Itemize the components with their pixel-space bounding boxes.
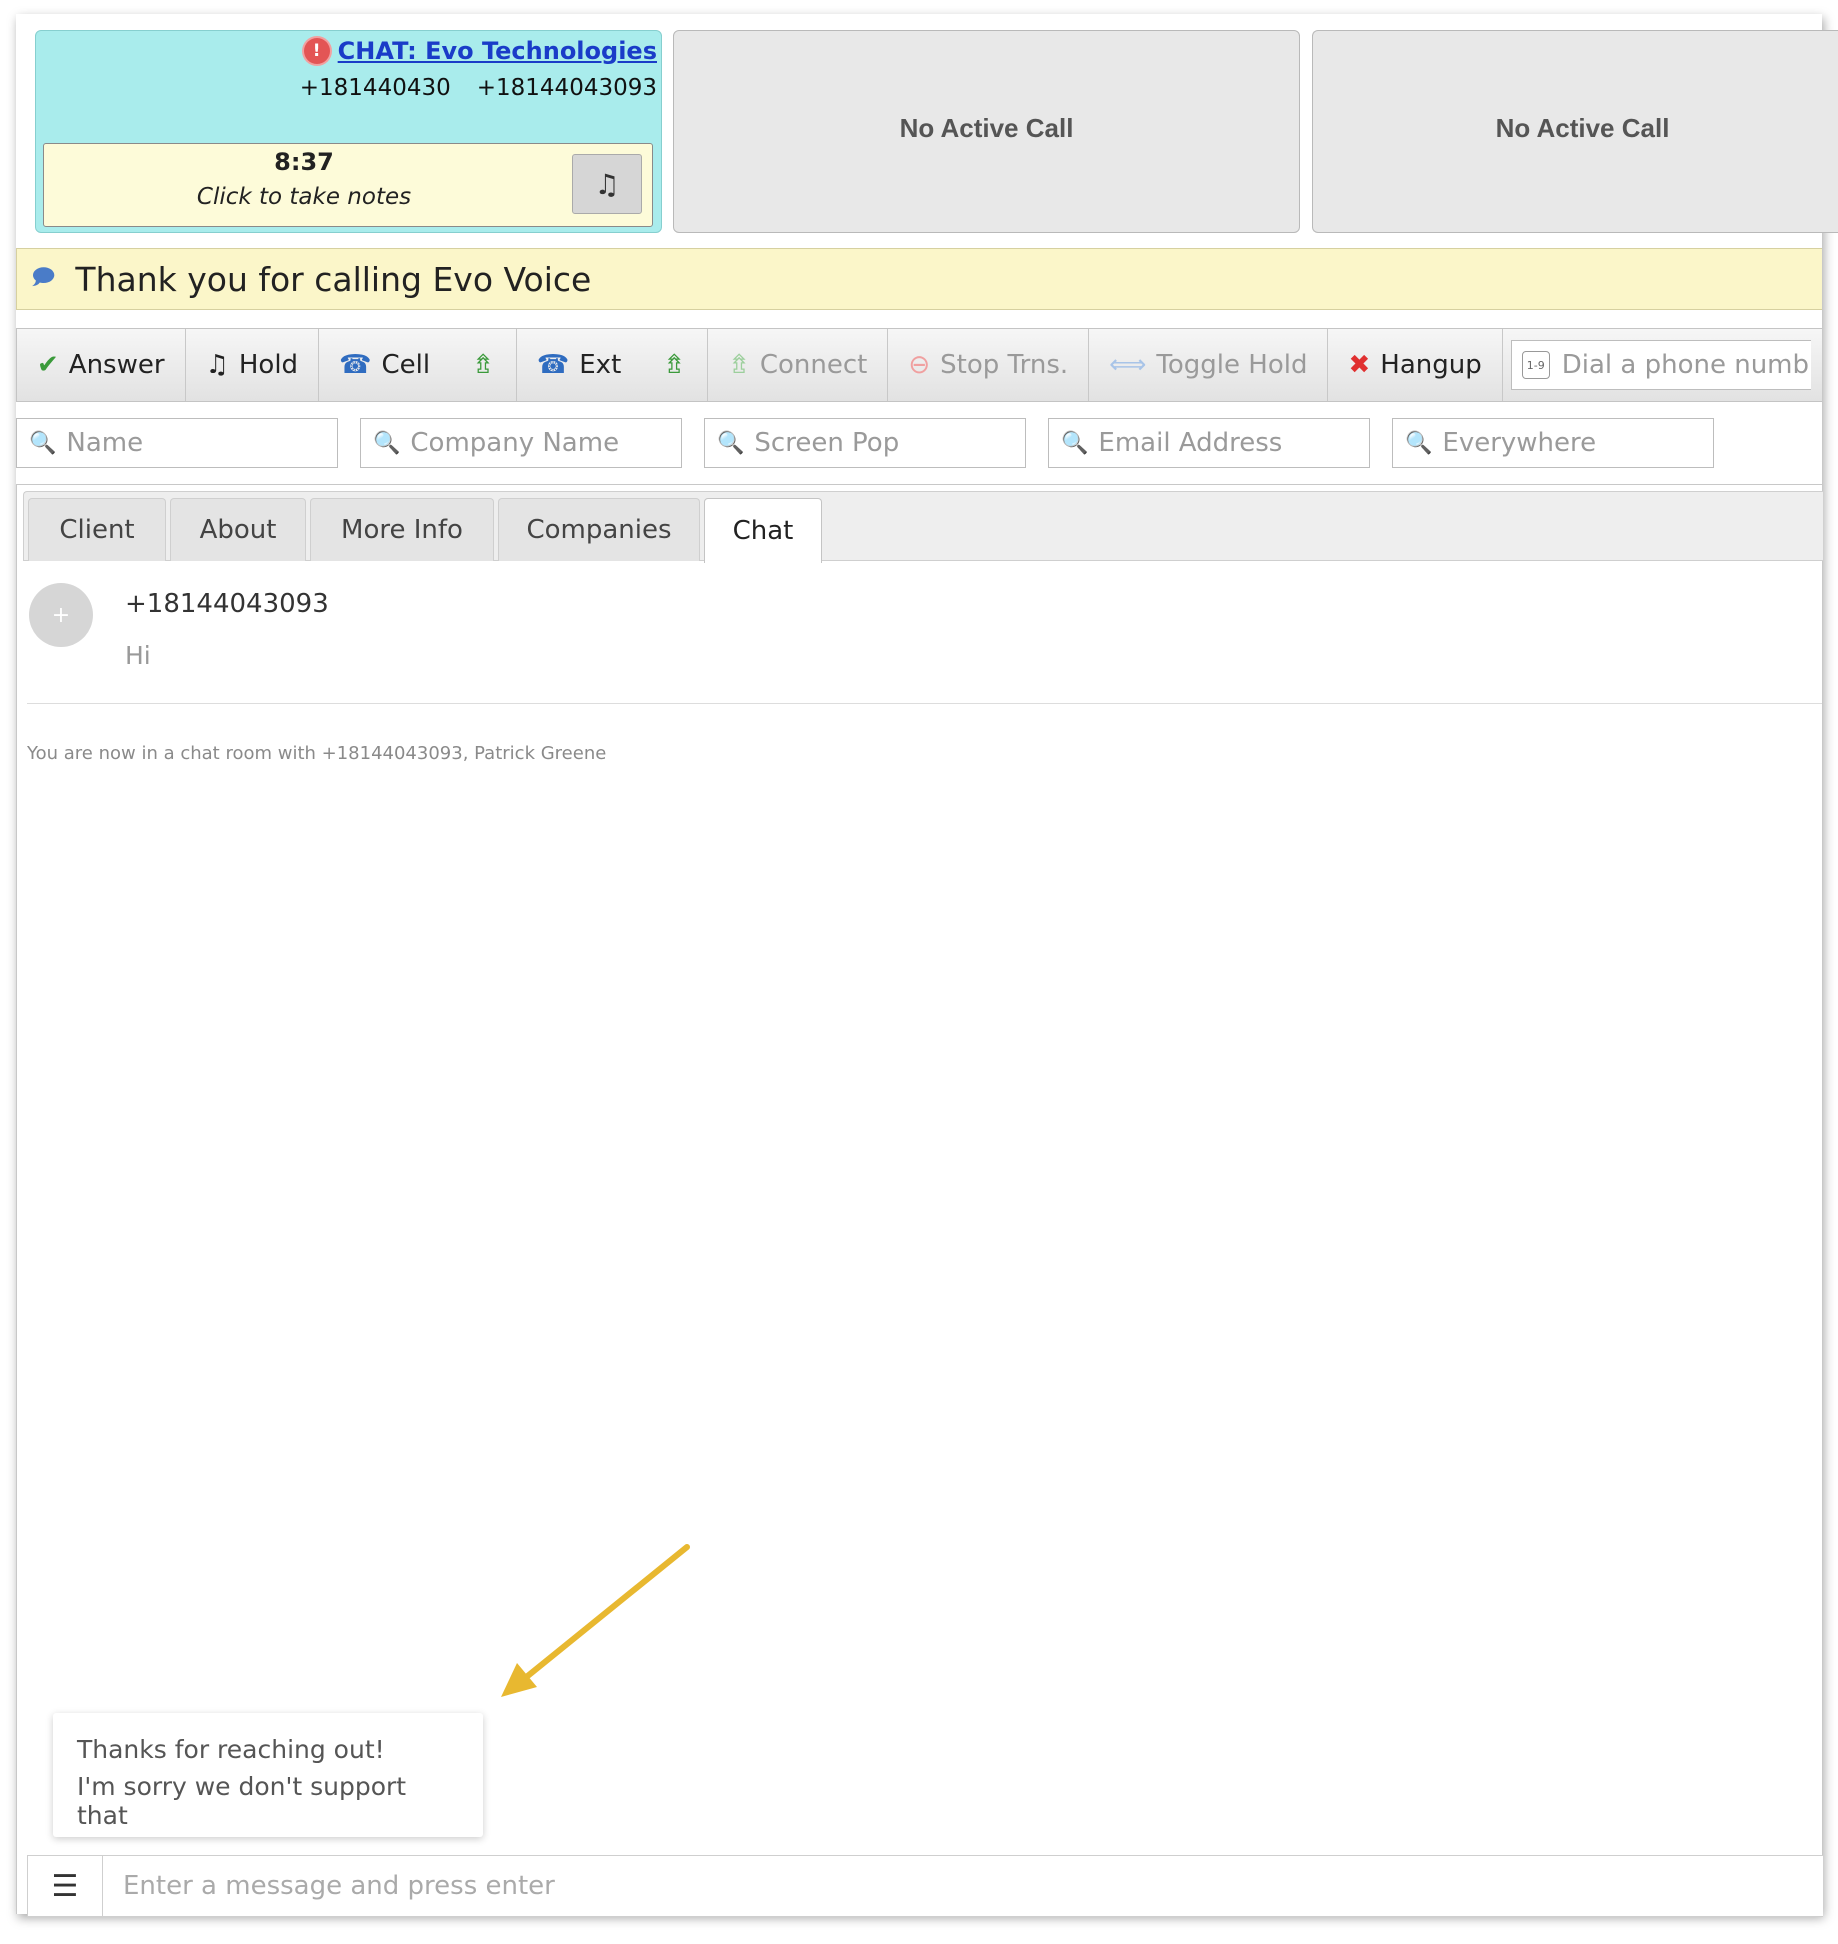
name-search-input[interactable]: 🔍 Name [16, 418, 338, 468]
tab-panel: Client About More Info Companies Chat + … [16, 484, 1823, 1917]
stop-transfer-button[interactable]: ⊖ Stop Trns. [888, 329, 1090, 401]
transfer-icon: ⇯ [472, 350, 494, 380]
stop-transfer-label: Stop Trns. [940, 350, 1069, 380]
cell-label: Cell [381, 350, 431, 380]
company-search-input[interactable]: 🔍 Company Name [360, 418, 682, 468]
music-button[interactable]: ♫ [572, 154, 642, 214]
tab-strip: Client About More Info Companies Chat [23, 491, 1823, 563]
call-toolbar: ✔ Answer ♫ Hold ☎ Cell ⇯ ☎ Ext ⇯ ⇯ Conne… [16, 328, 1822, 402]
company-search-placeholder: Company Name [410, 428, 620, 458]
phone-icon: ☎ [536, 350, 570, 380]
tab-chat[interactable]: Chat [704, 498, 822, 563]
alert-icon: ! [303, 38, 330, 64]
screen-pop-placeholder: Screen Pop [754, 428, 900, 458]
chat-header: ! CHAT: Evo Technologies [303, 37, 657, 65]
tab-client[interactable]: Client [28, 498, 166, 561]
name-search-placeholder: Name [66, 428, 144, 458]
message-composer: ☰ [27, 1855, 1823, 1917]
call-panel-3[interactable]: No Active Call [1312, 30, 1838, 233]
tab-about[interactable]: About [170, 498, 306, 561]
greeting-text: Thank you for calling Evo Voice [75, 259, 592, 299]
softphone-window: ! CHAT: Evo Technologies +181440430 +1814… [16, 14, 1838, 1917]
connect-label: Connect [759, 350, 868, 380]
quick-replies-menu: Thanks for reaching out! I'm sorry we do… [53, 1713, 483, 1837]
ext-group: ☎ Ext ⇯ [517, 329, 709, 401]
chat-divider [27, 703, 1822, 704]
hold-button[interactable]: ♫ Hold [186, 329, 320, 401]
screen-pop-search-input[interactable]: 🔍 Screen Pop [704, 418, 1026, 468]
everywhere-search-placeholder: Everywhere [1442, 428, 1597, 458]
notes-hint[interactable]: Click to take notes [44, 184, 564, 210]
hangup-button[interactable]: ✖ Hangup [1328, 329, 1503, 401]
templates-button[interactable]: ☰ [28, 1856, 103, 1916]
chat-title-link[interactable]: CHAT: Evo Technologies [338, 37, 657, 65]
dial-wrap: 1-9 Dial a phone numb [1503, 329, 1822, 401]
annotation-arrow-icon [501, 1544, 690, 1697]
checkmark-icon: ✔ [37, 350, 59, 380]
message-sender: +18144043093 [125, 589, 329, 619]
toggle-hold-label: Toggle Hold [1156, 350, 1308, 380]
search-icon: 🔍 [373, 430, 401, 456]
search-icon: 🔍 [1405, 430, 1433, 456]
number-from: +181440430 [299, 75, 451, 101]
no-active-call-label: No Active Call [1495, 113, 1670, 143]
email-search-placeholder: Email Address [1098, 428, 1283, 458]
connect-button[interactable]: ⇯ Connect [708, 329, 889, 401]
quick-reply-item[interactable]: I'm sorry we don't support that [53, 1772, 483, 1830]
keypad-icon: 1-9 [1521, 351, 1550, 379]
music-note-icon: ♫ [594, 167, 620, 201]
chat-room-notice: You are now in a chat room with +1814404… [27, 743, 607, 764]
swap-arrows-icon: ⟺ [1109, 350, 1147, 380]
ext-button[interactable]: ☎ Ext [517, 350, 641, 380]
close-icon: ✖ [1348, 350, 1371, 380]
transfer-icon: ⇯ [663, 350, 686, 380]
music-note-icon: ♫ [205, 350, 229, 380]
tab-companies[interactable]: Companies [498, 498, 700, 561]
quick-reply-item[interactable]: Thanks for reaching out! [53, 1723, 483, 1775]
everywhere-search-input[interactable]: 🔍 Everywhere [1392, 418, 1714, 468]
message-input[interactable] [103, 1856, 1823, 1916]
tab-more-info[interactable]: More Info [310, 498, 494, 561]
cell-group: ☎ Cell ⇯ [319, 329, 517, 401]
avatar: + [29, 583, 93, 647]
hold-label: Hold [238, 350, 299, 380]
email-search-input[interactable]: 🔍 Email Address [1048, 418, 1370, 468]
no-active-call-label: No Active Call [899, 113, 1074, 143]
answer-label: Answer [68, 350, 165, 380]
dial-placeholder: Dial a phone numb [1561, 350, 1810, 380]
hangup-label: Hangup [1380, 350, 1482, 380]
active-call-panel[interactable]: ! CHAT: Evo Technologies +181440430 +1814… [35, 30, 662, 233]
notes-box[interactable]: 8:37 Click to take notes ♫ [43, 143, 653, 227]
stop-icon: ⊖ [908, 350, 931, 380]
cell-transfer-button[interactable]: ⇯ [450, 350, 516, 380]
search-icon: 🔍 [1061, 430, 1089, 456]
call-numbers: +181440430 +18144043093 [300, 75, 657, 101]
call-timer: 8:37 [274, 148, 334, 176]
list-icon: ☰ [51, 1868, 79, 1904]
search-icon: 🔍 [717, 430, 745, 456]
dial-input[interactable]: 1-9 Dial a phone numb [1510, 340, 1811, 390]
phone-icon: ☎ [339, 350, 372, 380]
speech-bubble-icon: 🗩 [31, 265, 56, 290]
search-icon: 🔍 [29, 430, 57, 456]
ext-transfer-button[interactable]: ⇯ [641, 350, 707, 380]
cell-button[interactable]: ☎ Cell [319, 350, 450, 380]
transfer-icon: ⇯ [728, 350, 750, 380]
answer-button[interactable]: ✔ Answer [17, 329, 186, 401]
message-text: Hi [125, 641, 151, 670]
greeting-bar: 🗩 Thank you for calling Evo Voice [16, 248, 1822, 310]
ext-label: Ext [579, 350, 622, 380]
toggle-hold-button[interactable]: ⟺ Toggle Hold [1089, 329, 1329, 401]
call-panel-2[interactable]: No Active Call [673, 30, 1300, 233]
number-to: +18144043093 [476, 75, 657, 101]
